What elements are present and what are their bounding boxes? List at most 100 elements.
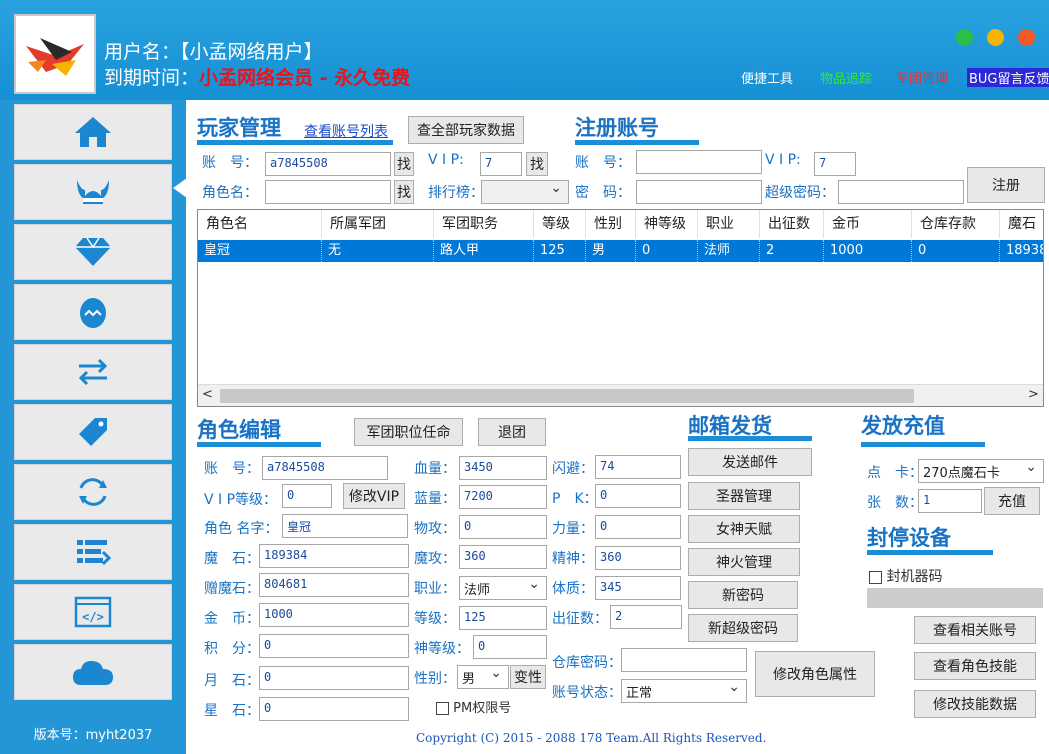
gold-input[interactable]: 1000: [259, 603, 409, 627]
sidebar-item-refresh[interactable]: [14, 464, 172, 520]
register-vip-input[interactable]: 7: [814, 152, 856, 176]
table-cell: 0: [912, 240, 1000, 262]
register-account-label: 账 号：: [575, 155, 631, 171]
warehouse-password-input[interactable]: [621, 648, 747, 672]
modify-vip-button[interactable]: 修改VIP: [343, 483, 405, 509]
sidebar-item-cloud[interactable]: [14, 644, 172, 700]
relic-manage-button[interactable]: 圣器管理: [688, 482, 800, 510]
gender-select[interactable]: 男: [457, 665, 509, 689]
card-count-input[interactable]: 1: [918, 489, 982, 513]
gift-stone-input[interactable]: 804681: [259, 573, 409, 597]
close-dot[interactable]: [1018, 29, 1035, 46]
change-gender-button[interactable]: 变性: [510, 665, 546, 689]
view-account-list-link[interactable]: 查看账号列表: [304, 121, 388, 141]
quick-link-legion[interactable]: 军团管理: [896, 68, 948, 87]
account-status-select[interactable]: 正常: [621, 679, 747, 703]
register-button[interactable]: 注册: [967, 167, 1045, 203]
moon-stone-input[interactable]: 0: [259, 666, 409, 690]
quit-legion-button[interactable]: 退团: [478, 418, 546, 446]
sidebar-item-egg[interactable]: [14, 284, 172, 340]
ban-machine-code-checkbox[interactable]: 封机器码: [869, 566, 942, 586]
view-role-skills-button[interactable]: 查看角色技能: [914, 652, 1036, 680]
copyright-text: Copyright (C) 2015 - 2088 178 Team.All R…: [416, 731, 767, 745]
mp-input[interactable]: 7200: [459, 485, 547, 509]
sidebar-item-diamond[interactable]: [14, 224, 172, 280]
quick-link-item-trace[interactable]: 物品追踪: [820, 68, 872, 87]
magic-stone-input[interactable]: 189384: [259, 544, 409, 568]
edit-role-name-input[interactable]: 皇冠: [282, 514, 408, 538]
col-legion-title[interactable]: 军团职务: [434, 210, 534, 238]
register-password-input[interactable]: [636, 180, 762, 204]
quick-link-tools[interactable]: 便捷工具: [741, 68, 793, 87]
send-mail-button[interactable]: 发送邮件: [688, 448, 812, 476]
vip-label: V I P:: [428, 152, 464, 168]
scroll-left-icon[interactable]: <: [202, 387, 213, 402]
god-level-input[interactable]: 0: [473, 635, 547, 659]
col-gender[interactable]: 性别: [586, 210, 636, 238]
recharge-button[interactable]: 充值: [984, 487, 1040, 515]
physical-attack-input[interactable]: 0: [459, 515, 547, 539]
strength-input[interactable]: 0: [595, 515, 681, 539]
star-stone-input[interactable]: 0: [259, 697, 409, 721]
egg-icon: [80, 298, 106, 328]
vip-input[interactable]: 7: [480, 152, 522, 176]
sidebar-item-tag[interactable]: [14, 404, 172, 460]
pm-permission-checkbox[interactable]: PM权限号: [436, 697, 511, 716]
register-super-password-input[interactable]: [838, 180, 964, 204]
quick-link-bug-feedback[interactable]: BUG留言反馈: [967, 68, 1049, 87]
role-name-input[interactable]: [265, 180, 391, 204]
magic-attack-input[interactable]: 360: [459, 545, 547, 569]
minimize-dot[interactable]: [987, 29, 1004, 46]
col-magic-stone[interactable]: 魔石: [1000, 210, 1043, 238]
level-input[interactable]: 125: [459, 606, 547, 630]
modify-skill-data-button[interactable]: 修改技能数据: [914, 690, 1036, 718]
col-expedition[interactable]: 出征数: [760, 210, 824, 238]
col-role-name[interactable]: 角色名: [198, 210, 322, 238]
divine-fire-button[interactable]: 神火管理: [688, 548, 800, 576]
scroll-thumb[interactable]: [220, 389, 914, 403]
edit-vip-input[interactable]: 0: [282, 484, 332, 508]
col-warehouse[interactable]: 仓库存款: [912, 210, 1000, 238]
expedition-input[interactable]: 2: [610, 605, 682, 629]
col-gold[interactable]: 金币: [824, 210, 912, 238]
register-title: 注册账号: [575, 116, 659, 140]
table-cell: 2: [760, 240, 824, 262]
view-related-accounts-button[interactable]: 查看相关账号: [914, 616, 1036, 644]
spirit-input[interactable]: 360: [595, 546, 681, 570]
goddess-talent-button[interactable]: 女神天赋: [688, 515, 800, 543]
account-label: 账 号：: [202, 155, 258, 171]
job-select[interactable]: 法师: [459, 576, 547, 600]
new-super-password-button[interactable]: 新超级密码: [688, 614, 798, 642]
col-legion[interactable]: 所属军团: [322, 210, 434, 238]
version-label: 版本号：myht2037: [33, 728, 153, 743]
col-job[interactable]: 职业: [698, 210, 760, 238]
constitution-input[interactable]: 345: [595, 576, 681, 600]
modify-role-attributes-button[interactable]: 修改角色属性: [755, 651, 875, 697]
sidebar-item-home[interactable]: [14, 104, 172, 160]
edit-account-input[interactable]: a7845508: [262, 456, 388, 480]
account-input[interactable]: a7845508: [265, 152, 391, 176]
hp-input[interactable]: 3450: [459, 456, 547, 480]
find-vip-button[interactable]: 找: [526, 152, 548, 176]
query-all-players-button[interactable]: 查全部玩家数据: [408, 116, 524, 144]
pk-input[interactable]: 0: [595, 484, 681, 508]
register-account-input[interactable]: [636, 150, 762, 174]
table-row[interactable]: 皇冠 无 路人甲 125 男 0 法师 2 1000 0 18938: [198, 240, 1043, 262]
scroll-right-icon[interactable]: >: [1028, 387, 1039, 402]
sidebar-item-viking[interactable]: [14, 164, 172, 220]
dodge-input[interactable]: 74: [595, 455, 681, 479]
sidebar-item-list[interactable]: [14, 524, 172, 580]
legion-appoint-button[interactable]: 军团职位任命: [354, 418, 463, 446]
find-account-button[interactable]: 找: [394, 152, 414, 176]
sidebar-item-swap[interactable]: [14, 344, 172, 400]
rank-select[interactable]: [481, 180, 569, 204]
sidebar-item-code[interactable]: </>: [14, 584, 172, 640]
card-type-select[interactable]: 270点魔石卡: [918, 459, 1044, 483]
points-input[interactable]: 0: [259, 634, 409, 658]
col-level[interactable]: 等级: [534, 210, 586, 238]
new-password-button[interactable]: 新密码: [688, 581, 798, 609]
col-god-level[interactable]: 神等级: [636, 210, 698, 238]
status-dot-green[interactable]: [956, 29, 973, 46]
find-role-button[interactable]: 找: [394, 180, 414, 204]
horizontal-scrollbar[interactable]: < >: [198, 384, 1043, 406]
